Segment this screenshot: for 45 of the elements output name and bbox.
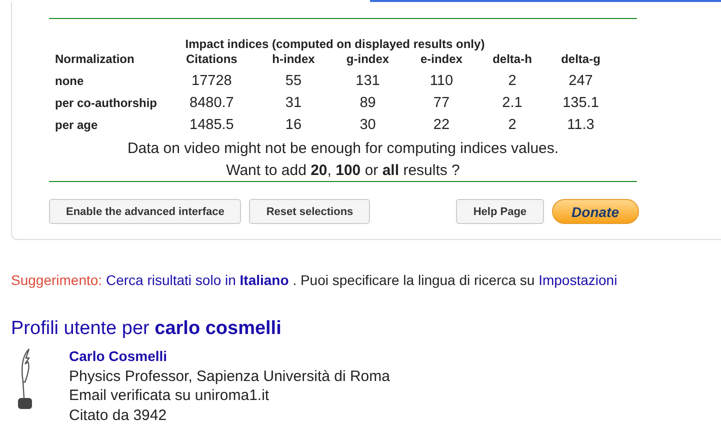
- table-cell-text: 30: [358, 116, 377, 135]
- table-cell-text: 16: [284, 116, 303, 135]
- note-text: Data on video might not be enough for computing indices values.: [127, 140, 559, 157]
- table-cell-text: 11.3: [566, 116, 596, 135]
- column-header: h-index: [271, 51, 316, 68]
- table-cell-text: 135.1: [562, 94, 600, 113]
- indices-title: Impact indices (computed on displayed results only): [184, 37, 486, 51]
- table-cell-text: 2.1: [501, 94, 524, 113]
- quill-pen-icon: [17, 348, 33, 410]
- table-cell-text: 31: [284, 94, 303, 113]
- column-header: g-index: [345, 51, 390, 68]
- table-cell-text: 17728: [190, 72, 233, 91]
- profile-email: Email verificata su uniroma1.it: [69, 386, 270, 406]
- table-cell-text: 55: [284, 72, 303, 91]
- table-cell-text: none: [55, 73, 85, 90]
- profile-affiliation: Physics Professor, Sapienza Università di Roma: [69, 366, 390, 386]
- suggestion-text: Suggerimento: Cerca risultati solo in Italiano . Puoi specificare la lingua di ricerca su Impostazioni: [11, 272, 618, 288]
- table-cell-text: 1485.5: [188, 116, 235, 135]
- table-cell-text: 131: [354, 72, 381, 91]
- table-cell-text: 22: [432, 116, 451, 135]
- table-cell-text: 2: [507, 72, 518, 91]
- column-header: e-index: [419, 51, 464, 68]
- profile-citations: Citato da 3942: [69, 406, 168, 425]
- profiles-heading: Profili utente per carlo cosmelli: [11, 318, 282, 340]
- table-cell-text: 8480.7: [188, 94, 235, 113]
- table-cell-text: per co-authorship: [55, 95, 158, 112]
- column-header: delta-g: [560, 51, 602, 68]
- column-header: delta-h: [492, 51, 533, 68]
- table-cell-text: 77: [432, 94, 451, 113]
- table-cell-text: 110: [428, 72, 454, 91]
- add-results-text: Want to add 20, 100 or all results ?: [226, 162, 460, 179]
- column-header: Citations: [185, 51, 238, 68]
- language-filter-link[interactable]: Cerca risultati solo in: [106, 272, 240, 288]
- language-link[interactable]: Italiano: [240, 272, 289, 288]
- settings-link[interactable]: Impostazioni: [538, 272, 618, 288]
- action-button[interactable]: Help Page: [456, 199, 544, 224]
- table-cell-text: per age: [55, 117, 99, 134]
- donate-button[interactable]: Donate: [552, 199, 639, 224]
- table-cell-text: 89: [358, 94, 377, 113]
- column-header: Normalization: [55, 51, 136, 68]
- table-cell-text: 2: [507, 116, 518, 135]
- action-button[interactable]: Reset selections: [249, 199, 370, 224]
- table-cell-text: 247: [568, 72, 594, 91]
- action-button[interactable]: Enable the advanced interface: [49, 199, 242, 224]
- profile-name-link[interactable]: Carlo Cosmelli: [69, 347, 390, 366]
